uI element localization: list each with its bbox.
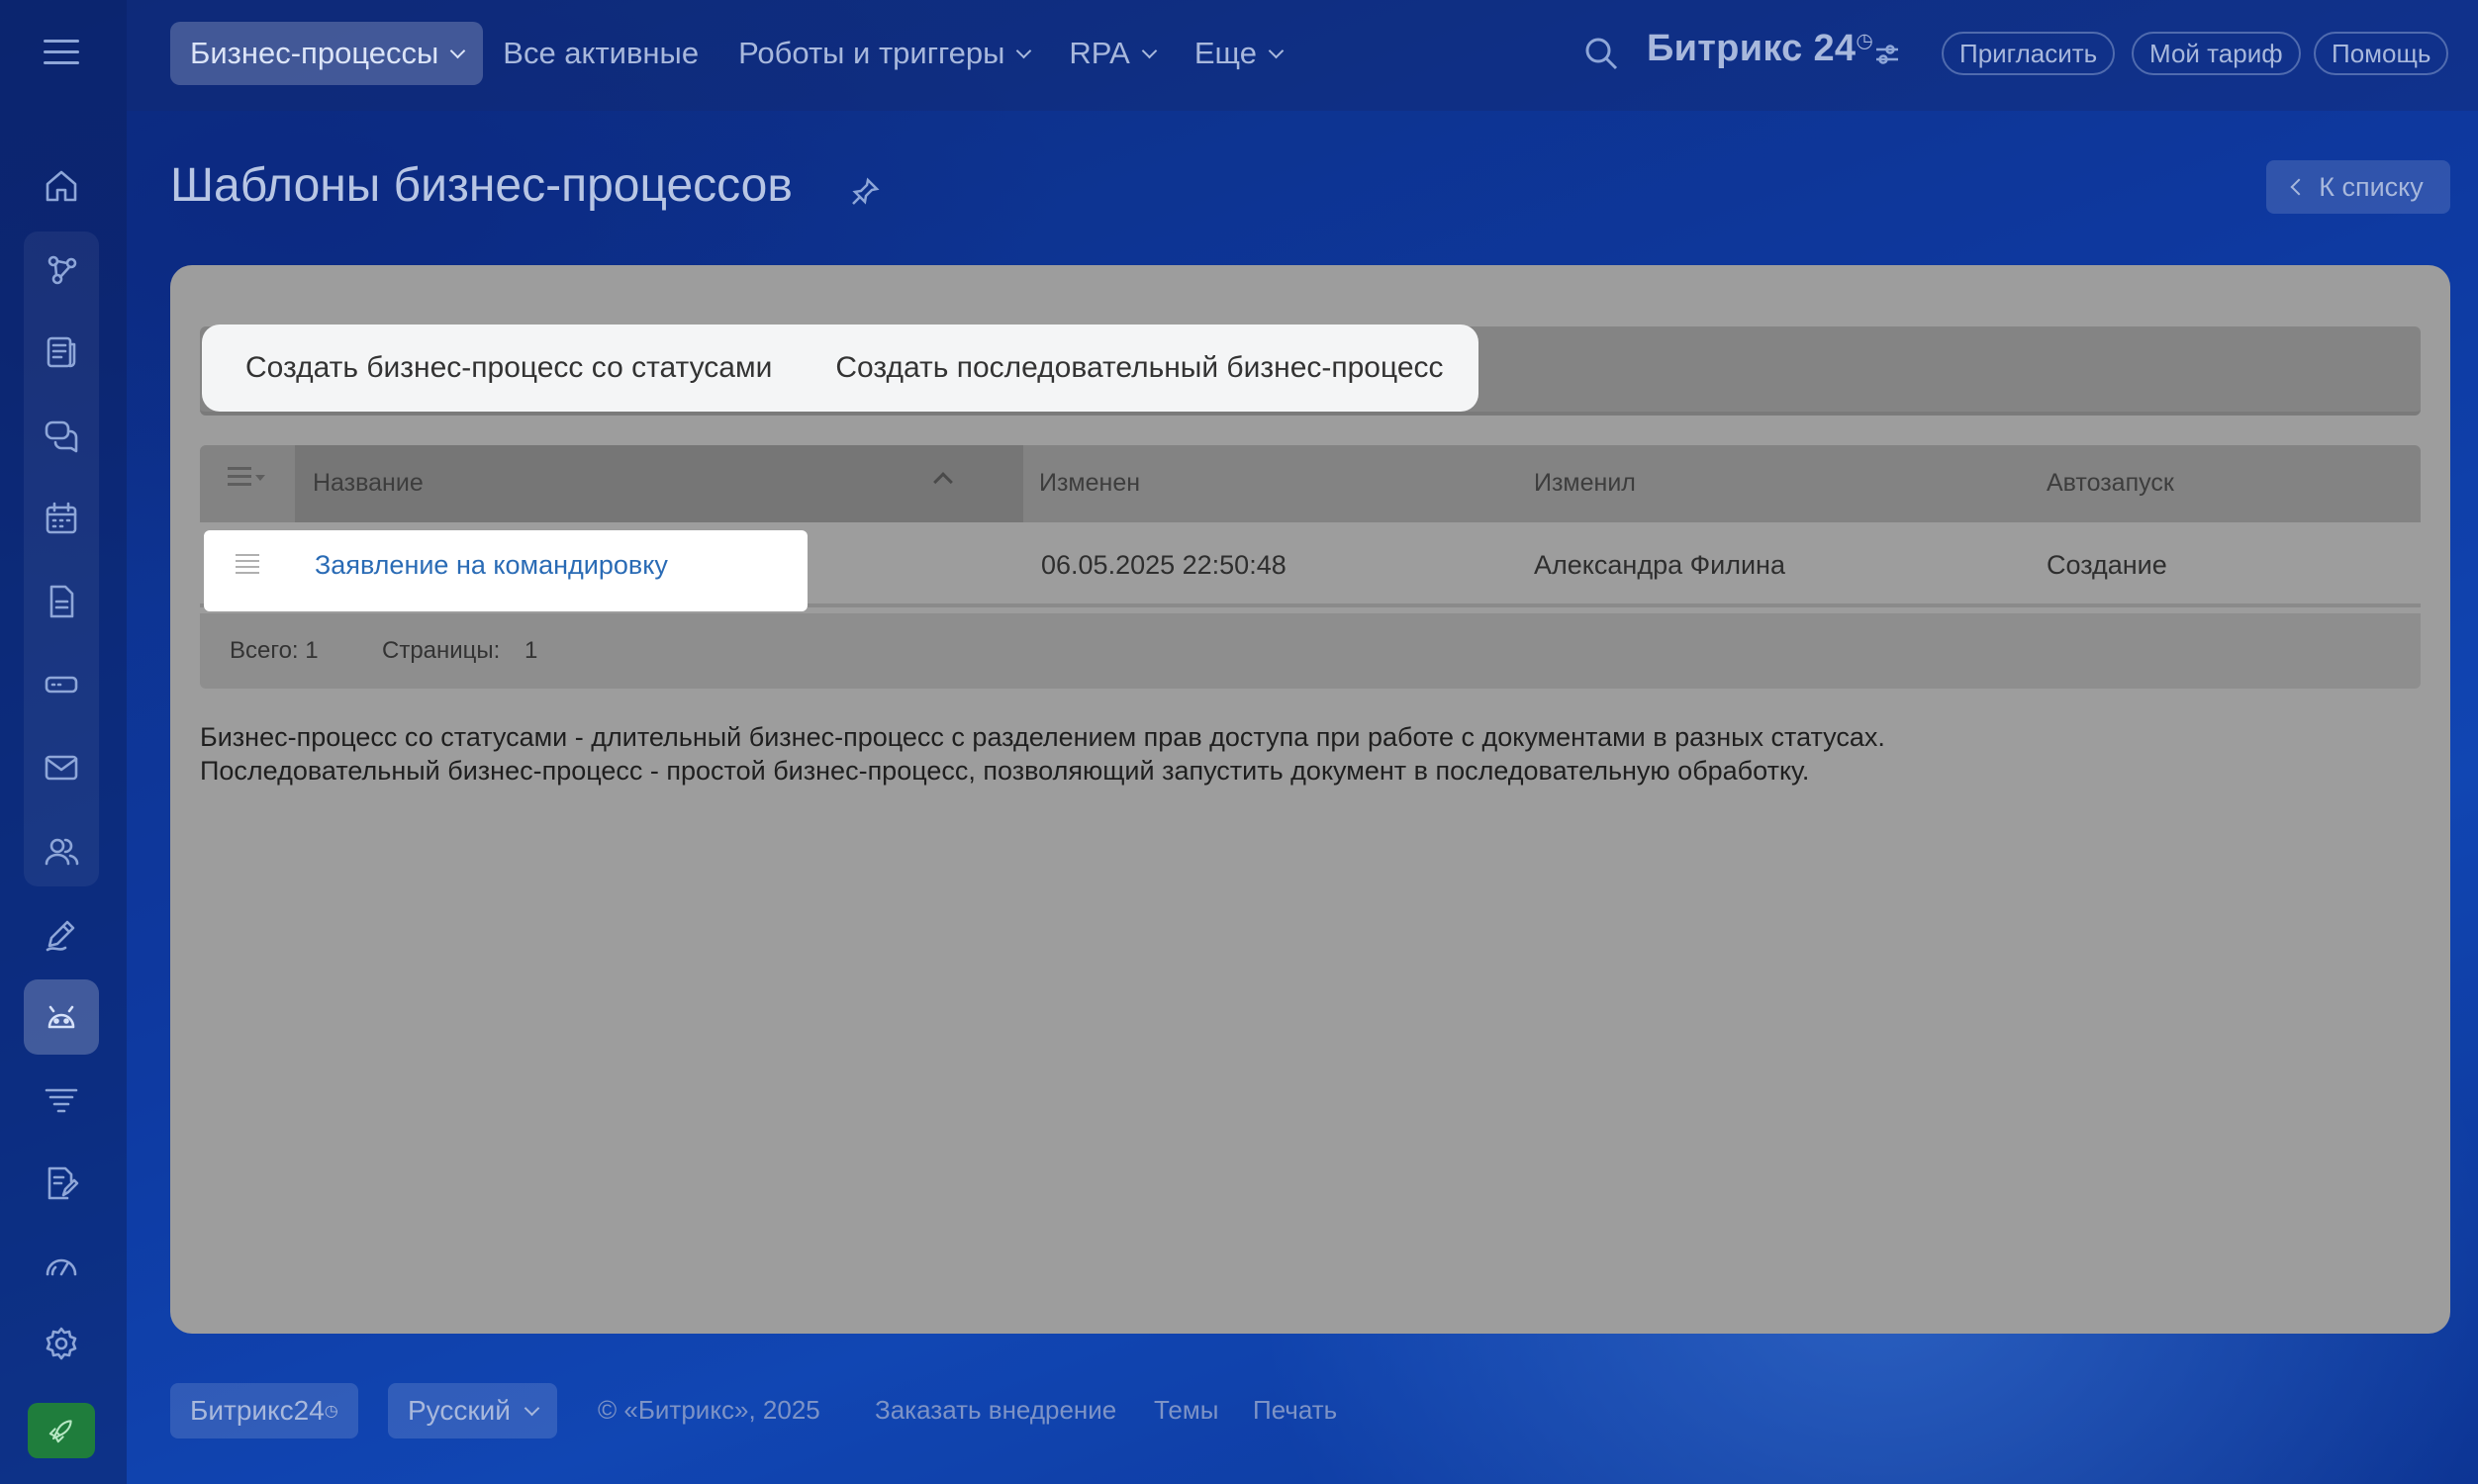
invite-button[interactable]: Пригласить — [1942, 32, 2116, 75]
nav-robots-triggers[interactable]: Роботы и триггеры — [718, 22, 1049, 85]
document-icon[interactable] — [24, 564, 99, 639]
cell-modified: 06.05.2025 22:50:48 — [1041, 550, 1287, 580]
create-sequential-bp-button[interactable]: Создать последовательный бизнес-процесс — [835, 351, 1443, 385]
chevron-down-icon — [524, 1400, 540, 1416]
mail-icon[interactable] — [24, 730, 99, 805]
column-header-modified[interactable]: Изменен — [1039, 469, 1140, 498]
nav-label: Бизнес-процессы — [190, 36, 439, 70]
table-header: Название Изменен Изменил Автозапуск — [200, 445, 2421, 522]
nav-label: RPA — [1069, 36, 1130, 70]
sign-icon[interactable] — [24, 896, 99, 972]
pages-label: Страницы: — [382, 637, 501, 664]
pin-icon[interactable] — [849, 176, 881, 208]
left-rail — [0, 0, 127, 1484]
column-header-modified-by[interactable]: Изменил — [1534, 469, 1636, 498]
brand-logo[interactable]: Битрикс 24◷ — [1647, 28, 1873, 70]
nav-business-processes[interactable]: Бизнес-процессы — [170, 22, 484, 85]
filter-icon[interactable] — [24, 1063, 99, 1138]
cell-modified-by: Александра Филина — [1534, 550, 1785, 580]
template-link[interactable]: Заявление на командировку — [315, 550, 668, 581]
description-line: Бизнес-процесс со статусами - длительный… — [200, 722, 1885, 752]
menu-icon[interactable] — [44, 40, 79, 69]
footer-brand-text: Битрикс24 — [190, 1395, 325, 1426]
page-title: Шаблоны бизнес-процессов — [170, 159, 793, 212]
nav-more[interactable]: Еще — [1175, 22, 1301, 85]
chevron-left-icon — [2290, 178, 2308, 196]
footer-brand-button[interactable]: Битрикс24 ◷ — [170, 1383, 358, 1438]
top-bar: Бизнес-процессы Все активные Роботы и тр… — [127, 0, 2478, 111]
chevron-down-icon — [1141, 43, 1158, 58]
clock-icon: ◷ — [1856, 30, 1874, 52]
create-status-bp-button[interactable]: Создать бизнес-процесс со статусами — [245, 351, 772, 385]
page-number[interactable]: 1 — [524, 637, 537, 665]
home-icon[interactable] — [24, 148, 99, 224]
chevron-down-icon — [1268, 43, 1285, 58]
automation-icon[interactable] — [24, 979, 99, 1055]
column-header-name[interactable]: Название — [313, 469, 424, 498]
nav-label: Роботы и триггеры — [738, 36, 1005, 70]
nav-rpa[interactable]: RPA — [1049, 22, 1174, 85]
themes-link[interactable]: Темы — [1154, 1395, 1218, 1426]
top-nav: Бизнес-процессы Все активные Роботы и тр… — [170, 22, 1301, 85]
main-panel: Создать бизнес-процесс со статусами Созд… — [170, 265, 2450, 1334]
sliders-icon[interactable] — [1872, 40, 1902, 69]
toolbar: Создать бизнес-процесс со статусами Созд… — [202, 325, 1478, 412]
copyright: © «Битрикс», 2025 — [598, 1395, 820, 1425]
nav-all-active[interactable]: Все активные — [483, 22, 718, 85]
contacts-icon[interactable] — [24, 813, 99, 888]
analytics-icon[interactable] — [24, 1229, 99, 1304]
feed-icon[interactable] — [24, 315, 99, 390]
description: Бизнес-процесс со статусами - длительный… — [200, 720, 1885, 788]
column-header-autorun[interactable]: Автозапуск — [2047, 469, 2174, 498]
brand-text: Битрикс 24 — [1647, 28, 1857, 69]
help-button[interactable]: Помощь — [2314, 32, 2449, 75]
calendar-icon[interactable] — [24, 481, 99, 556]
chevron-down-icon — [1016, 43, 1032, 58]
language-label: Русский — [408, 1395, 511, 1426]
chat-icon[interactable] — [24, 398, 99, 473]
order-implementation-link[interactable]: Заказать внедрение — [875, 1395, 1116, 1426]
rocket-icon[interactable] — [28, 1403, 95, 1458]
total-count: Всего: 1 — [230, 637, 319, 664]
chevron-down-icon — [449, 43, 466, 58]
settings-icon[interactable] — [24, 1306, 99, 1381]
cell-autorun: Создание — [2047, 550, 2167, 580]
column-settings-icon[interactable] — [228, 467, 267, 497]
back-label: К списку — [2319, 171, 2424, 202]
row-actions-icon[interactable] — [236, 554, 259, 578]
search-icon[interactable] — [1581, 34, 1621, 73]
nav-label: Еще — [1193, 36, 1257, 70]
back-to-list-button[interactable]: К списку — [2266, 160, 2450, 214]
clock-icon: ◷ — [324, 1403, 338, 1420]
crm-icon[interactable] — [24, 232, 99, 307]
drive-icon[interactable] — [24, 647, 99, 722]
edit-doc-icon[interactable] — [24, 1146, 99, 1221]
nav-label: Все активные — [503, 36, 700, 70]
description-line: Последовательный бизнес-процесс - просто… — [200, 756, 1810, 786]
print-link[interactable]: Печать — [1253, 1395, 1337, 1426]
my-tariff-button[interactable]: Мой тариф — [2132, 32, 2301, 75]
language-selector[interactable]: Русский — [388, 1383, 557, 1438]
